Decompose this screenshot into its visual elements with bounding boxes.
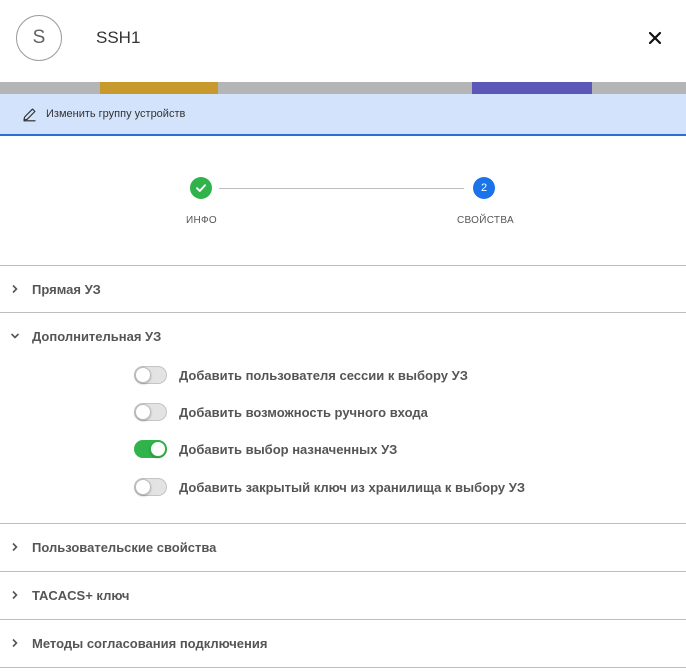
section-label: Дополнительная УЗ xyxy=(32,328,162,344)
section-label: Прямая УЗ xyxy=(32,281,101,297)
step-properties[interactable]: 2 xyxy=(473,177,495,199)
stepper: ИНФО 2 СВОЙСТВА xyxy=(0,136,686,266)
close-button[interactable] xyxy=(641,24,669,52)
toggle-session-user[interactable] xyxy=(134,366,167,384)
dialog-header: S SSH1 xyxy=(0,0,686,82)
divider xyxy=(0,667,686,668)
toggle-manual-login[interactable] xyxy=(134,403,167,421)
check-icon xyxy=(196,184,206,192)
chevron-down-icon xyxy=(9,330,21,342)
toggle-row: Добавить возможность ручного входа xyxy=(134,401,428,423)
chevron-right-icon xyxy=(9,283,21,295)
chevron-right-icon xyxy=(9,541,21,553)
dialog-title: SSH1 xyxy=(96,28,141,47)
toggle-label: Добавить выбор назначенных УЗ xyxy=(179,441,398,457)
strip-block xyxy=(472,82,592,94)
section-additional-account[interactable]: Дополнительная УЗ xyxy=(0,313,686,359)
stepper-connector xyxy=(219,188,464,189)
edit-device-group-button[interactable]: Изменить группу устройств xyxy=(0,94,686,136)
pencil-icon xyxy=(22,106,38,122)
toggle-label: Добавить возможность ручного входа xyxy=(179,404,428,420)
section-label: Методы согласования подключения xyxy=(32,635,268,651)
step-info-label: ИНФО xyxy=(186,215,217,226)
toggle-label: Добавить пользователя сессии к выбору УЗ xyxy=(179,367,468,383)
toggle-row: Добавить закрытый ключ из хранилища к вы… xyxy=(134,476,525,498)
section-direct-account[interactable]: Прямая УЗ xyxy=(0,266,686,312)
chevron-right-icon xyxy=(9,637,21,649)
avatar: S xyxy=(16,15,62,61)
section-tacacs-key[interactable]: TACACS+ ключ xyxy=(0,572,686,618)
background-strip xyxy=(0,82,686,94)
strip-block xyxy=(100,82,218,94)
section-label: TACACS+ ключ xyxy=(32,587,130,603)
edit-device-group-label: Изменить группу устройств xyxy=(46,108,186,120)
toggle-label: Добавить закрытый ключ из хранилища к вы… xyxy=(179,479,525,495)
section-connection-negotiation[interactable]: Методы согласования подключения xyxy=(0,620,686,666)
toggle-private-key[interactable] xyxy=(134,478,167,496)
toggle-row: Добавить пользователя сессии к выбору УЗ xyxy=(134,364,468,386)
toggle-assigned-accounts[interactable] xyxy=(134,440,167,458)
toggle-row: Добавить выбор назначенных УЗ xyxy=(134,438,397,460)
section-custom-properties[interactable]: Пользовательские свойства xyxy=(0,524,686,570)
step-info[interactable] xyxy=(190,177,212,199)
step-properties-label: СВОЙСТВА xyxy=(457,215,514,226)
chevron-right-icon xyxy=(9,589,21,601)
section-label: Пользовательские свойства xyxy=(32,539,217,555)
close-icon xyxy=(648,31,662,45)
